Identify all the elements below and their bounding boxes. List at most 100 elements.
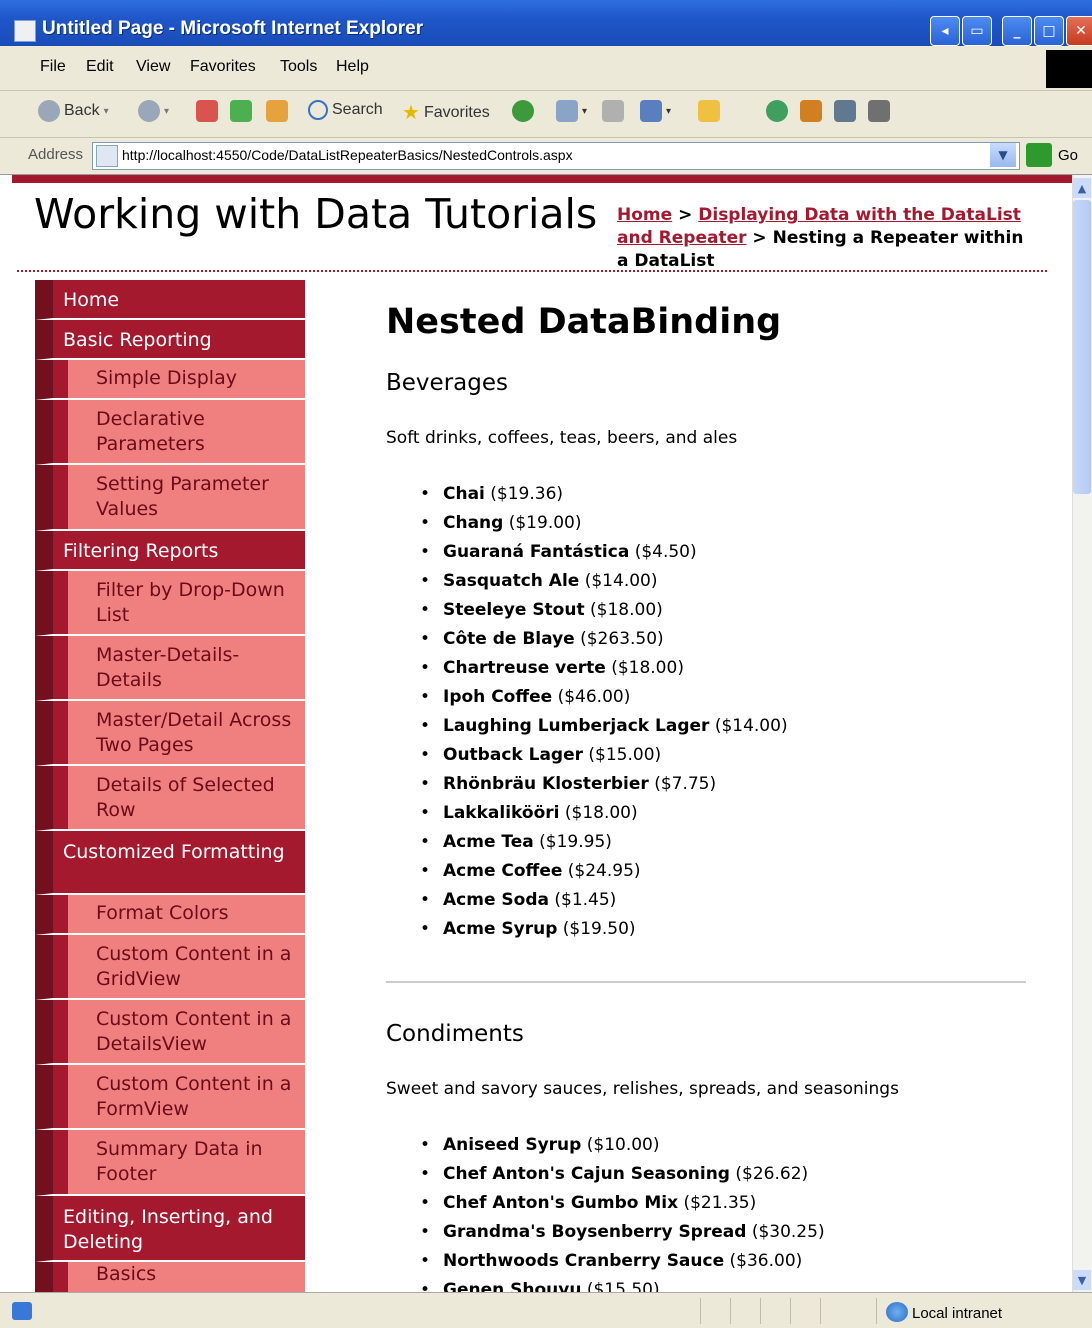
address-url[interactable]: http://localhost:4550/Code/DataListRepea… [122, 147, 573, 163]
list-item: Outback Lager ($15.00) [420, 745, 788, 774]
go-arrow-icon[interactable] [1026, 143, 1052, 167]
category-name: Beverages [386, 370, 508, 396]
history-icon [512, 100, 534, 122]
sidebar-item-filter-dropdown[interactable]: Filter by Drop-Down List [35, 571, 305, 636]
breadcrumb-home-link[interactable]: Home [617, 205, 672, 225]
status-divider [876, 1298, 877, 1324]
scroll-up-icon[interactable]: ▲ [1073, 178, 1091, 198]
close-button[interactable]: ✕ [1066, 16, 1092, 46]
forward-arrow-icon [138, 100, 160, 122]
sidebar-item-master-details-details[interactable]: Master-Details-Details [35, 636, 305, 701]
sidebar-item-label: Customized Formatting [63, 841, 285, 863]
scroll-thumb[interactable] [1073, 200, 1091, 494]
sidebar-item-label: Declarative Parameters [96, 408, 205, 455]
minimize-button[interactable]: _ [1002, 16, 1032, 46]
tool-button-2[interactable] [834, 100, 856, 122]
list-item: Acme Soda ($1.45) [420, 890, 788, 919]
status-divider [820, 1298, 821, 1324]
sidebar-item-custom-gridview[interactable]: Custom Content in a GridView [35, 935, 305, 1000]
globe-icon [766, 100, 788, 122]
print-icon [602, 100, 624, 122]
stop-icon [196, 100, 218, 122]
back-label: Back [64, 102, 100, 119]
discuss-button[interactable] [698, 100, 720, 122]
list-item: Ipoh Coffee ($46.00) [420, 687, 788, 716]
menu-tools[interactable]: Tools [280, 58, 317, 76]
menu-help[interactable]: Help [336, 58, 369, 76]
sidebar-item-format-colors[interactable]: Format Colors [35, 895, 305, 935]
list-item: Chartreuse verte ($18.00) [420, 658, 788, 687]
sidebar-item-customized-formatting[interactable]: Customized Formatting [35, 831, 305, 895]
scroll-down-icon[interactable]: ▼ [1073, 1270, 1091, 1290]
go-button[interactable]: Go [1058, 147, 1078, 164]
tool-button-1[interactable] [800, 100, 822, 122]
sidebar-item-editing-inserting-deleting[interactable]: Editing, Inserting, and Deleting [35, 1196, 305, 1262]
list-item: Côte de Blaye ($263.50) [420, 629, 788, 658]
back-button[interactable]: Back ▾ [38, 100, 109, 122]
maximize-button[interactable]: □ [1034, 16, 1064, 46]
category-divider [386, 981, 1026, 983]
security-zone-label: Local intranet [912, 1305, 1003, 1322]
list-item: Rhönbräu Klosterbier ($7.75) [420, 774, 788, 803]
category-description: Soft drinks, coffees, teas, beers, and a… [386, 428, 738, 448]
list-item: Chef Anton's Gumbo Mix ($21.35) [420, 1193, 825, 1222]
sidebar-item-label: Home [63, 289, 120, 311]
sidebar-item-master-detail-two-pages[interactable]: Master/Detail Across Two Pages [35, 701, 305, 766]
sidebar-item-label: Setting Parameter Values [96, 473, 269, 520]
list-item: Steeleye Stout ($18.00) [420, 600, 788, 629]
favorites-button[interactable]: ★ Favorites [402, 100, 490, 125]
product-list: Chai ($19.36) Chang ($19.00) Guaraná Fan… [420, 484, 788, 948]
extra-window-icon[interactable]: ◂ [930, 16, 960, 46]
list-item: Aniseed Syrup ($10.00) [420, 1135, 825, 1164]
home-button[interactable] [266, 100, 288, 122]
menu-view[interactable]: View [136, 58, 170, 76]
tool-button-3[interactable] [868, 100, 890, 122]
product-list: Aniseed Syrup ($10.00) Chef Anton's Caju… [420, 1135, 825, 1292]
status-divider [760, 1298, 761, 1324]
list-item: Chef Anton's Cajun Seasoning ($26.62) [420, 1164, 825, 1193]
sidebar-item-setting-parameter-values[interactable]: Setting Parameter Values [35, 465, 305, 531]
address-dropdown-icon[interactable]: ▼ [990, 143, 1016, 167]
sidebar-item-label: Filter by Drop-Down List [96, 579, 285, 626]
word-icon [640, 100, 662, 122]
edit-button[interactable]: ▾ [640, 100, 671, 122]
sidebar-item-details-selected-row[interactable]: Details of Selected Row [35, 766, 305, 831]
chevron-down-icon: ▾ [164, 105, 170, 117]
sidebar-item-label: Details of Selected Row [96, 774, 275, 821]
restore-icon[interactable]: ▭ [962, 16, 992, 46]
sidebar-item-simple-display[interactable]: Simple Display [35, 360, 305, 400]
sidebar-item-label: Master/Detail Across Two Pages [96, 709, 292, 756]
list-item: Chai ($19.36) [420, 484, 788, 513]
mail-icon [556, 100, 578, 122]
messenger-button[interactable] [766, 100, 788, 122]
sidebar-item-label: Filtering Reports [63, 540, 219, 562]
menu-favorites[interactable]: Favorites [190, 58, 256, 76]
category-name: Condiments [386, 1021, 524, 1047]
refresh-button[interactable] [230, 100, 252, 122]
sidebar-item-filtering-reports[interactable]: Filtering Reports [35, 531, 305, 571]
chevron-down-icon: ▾ [666, 105, 672, 117]
sidebar-item-summary-footer[interactable]: Summary Data in Footer [35, 1130, 305, 1196]
sidebar-item-basic-reporting[interactable]: Basic Reporting [35, 320, 305, 360]
mail-button[interactable]: ▾ [556, 100, 587, 122]
sidebar-item-label: Simple Display [96, 367, 237, 389]
list-item: Grandma's Boysenberry Spread ($30.25) [420, 1222, 825, 1251]
tool-icon [800, 100, 822, 122]
history-button[interactable] [512, 100, 534, 122]
sidebar-item-home[interactable]: Home [35, 280, 305, 320]
sidebar-item-label: Custom Content in a FormView [96, 1073, 292, 1120]
search-button[interactable]: Search [308, 100, 383, 120]
forward-button[interactable]: ▾ [138, 100, 169, 122]
sidebar-item-custom-formview[interactable]: Custom Content in a FormView [35, 1065, 305, 1130]
list-item: Sasquatch Ale ($14.00) [420, 571, 788, 600]
sidebar-item-custom-detailsview[interactable]: Custom Content in a DetailsView [35, 1000, 305, 1065]
menu-file[interactable]: File [40, 58, 66, 76]
site-title: Working with Data Tutorials [34, 190, 598, 238]
sidebar-item-declarative-parameters[interactable]: Declarative Parameters [35, 400, 305, 465]
stop-button[interactable] [196, 100, 218, 122]
print-button[interactable] [602, 100, 624, 122]
sidebar-item-basics[interactable]: Basics [35, 1262, 305, 1292]
status-divider [730, 1298, 731, 1324]
breadcrumb: Home > Displaying Data with the DataList… [617, 204, 1037, 273]
menu-edit[interactable]: Edit [86, 58, 114, 76]
